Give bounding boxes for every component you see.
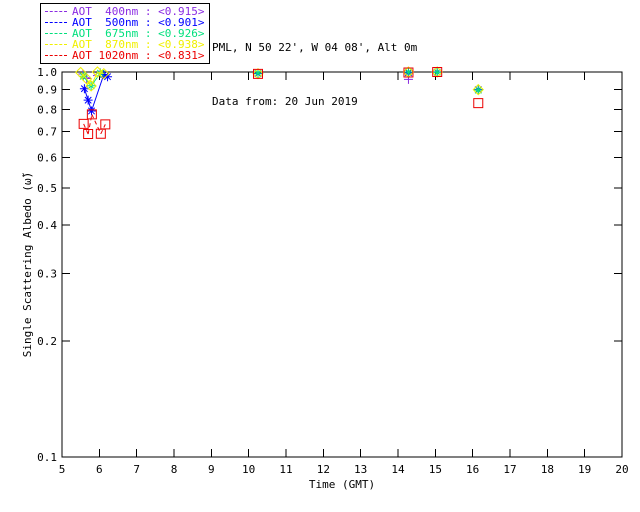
legend-line-sample [45,44,67,45]
data-marker-asterisk [83,95,93,105]
data-marker-asterisk [432,67,442,77]
y-tick-label: 0.6 [37,151,57,164]
x-tick-label: 8 [171,463,178,476]
y-tick-label: 1.0 [37,66,57,79]
ssa-plot-page: AOT 400nm : <0.915> AOT 500nm : <0.901> AO… [0,0,640,512]
y-tick-label: 0.2 [37,335,57,348]
x-tick-label: 9 [208,463,215,476]
x-tick-label: 13 [354,463,367,476]
data-marker-asterisk [86,106,96,116]
x-tick-label: 16 [466,463,479,476]
plot-frame [61,71,623,458]
y-tick-label: 0.8 [37,103,57,116]
y-tick-label: 0.5 [37,182,57,195]
data-marker-asterisk [403,67,413,77]
data-marker-asterisk [253,68,263,78]
y-tick-label: 0.1 [37,451,57,464]
x-tick-label: 12 [317,463,330,476]
x-tick-label: 7 [133,463,140,476]
legend-line-sample [45,11,67,12]
x-tick-label: 5 [59,463,66,476]
series-line [83,123,89,135]
y-tick-label: 0.4 [37,219,57,232]
legend-label: AOT 1020nm : <0.831> [72,49,205,62]
data-marker-square [473,98,484,109]
data-marker-asterisk [473,85,483,95]
x-tick-label: 17 [503,463,516,476]
x-tick-label: 19 [578,463,591,476]
legend-item-aot-1020nm: AOT 1020nm : <0.831> [45,50,204,61]
x-tick-label: 14 [391,463,405,476]
legend-line-sample [45,55,67,56]
x-tick-label: 15 [429,463,442,476]
y-tick-label: 0.7 [37,126,57,139]
x-tick-label: 6 [96,463,103,476]
y-tick-label: 0.3 [37,267,57,280]
x-tick-label: 20 [615,463,628,476]
legend-line-sample [45,22,67,23]
y-axis-title: Single Scattering Albedo (ω̃) [21,172,34,357]
x-tick-label: 11 [279,463,292,476]
x-tick-label: 18 [541,463,554,476]
series-line [87,114,93,135]
x-tick-label: 10 [242,463,255,476]
ssa-chart: 5 6 7 8 9 10 11 12 13 14 15 16 17 18 19 20 0.1 0.2 0.3 0.4 0… [21,66,629,491]
legend: AOT 400nm : <0.915> AOT 500nm : <0.901> AO… [40,3,211,64]
y-tick-label: 0.9 [37,84,57,97]
x-axis-title: Time (GMT) [309,478,375,491]
legend-line-sample [45,33,67,34]
